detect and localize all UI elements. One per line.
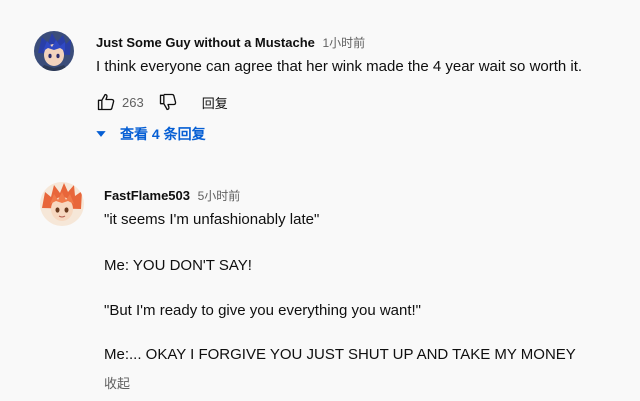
thumbs-up-icon (97, 93, 115, 111)
thumbs-down-icon (159, 93, 176, 111)
comment-text-line: Me: YOU DON'T SAY! (104, 257, 252, 274)
comment-header: Just Some Guy without a Mustache 1小时前 (96, 34, 365, 51)
comment-text-line: Me:... OKAY I FORGIVE YOU JUST SHUT UP A… (104, 346, 576, 363)
collapse-button[interactable]: 收起 (104, 373, 130, 392)
comment-actions: 263 回复 (96, 92, 228, 112)
author-name[interactable]: FastFlame503 (104, 188, 190, 203)
avatar[interactable] (34, 31, 74, 71)
author-name[interactable]: Just Some Guy without a Mustache (96, 35, 315, 50)
chevron-down-icon (96, 131, 106, 137)
comment-text-line: "But I'm ready to give you everything yo… (104, 302, 422, 319)
comment-text-line: "it seems I'm unfashionably late" (104, 211, 320, 228)
avatar-anime-orange-hair-icon (40, 182, 84, 226)
like-count: 263 (122, 94, 144, 110)
view-replies-button[interactable]: 查看 4 条回复 (94, 124, 206, 144)
view-replies-label: 查看 4 条回复 (120, 126, 206, 142)
comment-header: FastFlame503 5小时前 (104, 187, 240, 204)
dislike-button[interactable] (158, 92, 178, 112)
reply-button[interactable]: 回复 (202, 93, 228, 112)
avatar[interactable] (40, 182, 84, 226)
timestamp[interactable]: 1小时前 (323, 36, 366, 50)
like-button[interactable] (96, 92, 116, 112)
timestamp[interactable]: 5小时前 (198, 189, 241, 203)
avatar-anime-blue-hair-icon (34, 31, 74, 71)
comment-text: I think everyone can agree that her wink… (96, 58, 583, 75)
